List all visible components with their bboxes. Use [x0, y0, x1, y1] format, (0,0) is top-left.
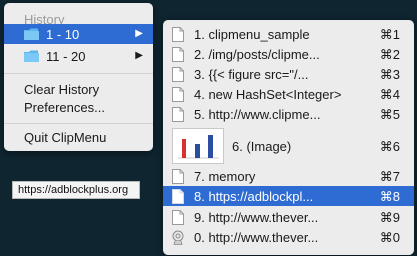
quit-item[interactable]: Quit ClipMenu	[24, 130, 106, 145]
history-submenu: 1. clipmenu_sample ⌘1 2. /img/posts/clip…	[163, 20, 414, 255]
menu-separator	[4, 73, 153, 74]
folder-icon	[24, 50, 39, 62]
group-label: 11 - 20	[46, 49, 86, 64]
document-icon	[172, 47, 184, 62]
item-label: 5. http://www.clipme...	[194, 107, 321, 122]
history-item-7[interactable]: 7. memory ⌘7	[163, 166, 414, 186]
history-group-1-10[interactable]: 1 - 10 ▶	[4, 24, 153, 44]
history-item-10[interactable]: 0. http://www.thever... ⌘0	[163, 227, 414, 247]
document-icon	[172, 87, 184, 102]
item-label: 8. https://adblockpl...	[194, 189, 314, 204]
document-icon	[172, 189, 184, 204]
item-shortcut: ⌘4	[379, 87, 400, 102]
folder-icon	[24, 28, 39, 40]
document-icon	[172, 67, 184, 82]
clipmenu-main-menu: History 1 - 10 ▶ 11 - 20 ▶ Clear History…	[4, 3, 153, 151]
group-label: 1 - 10	[46, 27, 80, 42]
item-shortcut: ⌘7	[379, 169, 400, 184]
submenu-arrow-icon: ▶	[135, 50, 143, 61]
history-item-3[interactable]: 3. {{< figure src="/... ⌘3	[163, 64, 414, 84]
item-label: 0. http://www.thever...	[194, 230, 319, 245]
history-item-1[interactable]: 1. clipmenu_sample ⌘1	[163, 24, 414, 44]
submenu-arrow-icon: ▶	[135, 28, 143, 39]
history-item-6[interactable]: 6. (Image) ⌘6	[163, 126, 414, 168]
item-shortcut: ⌘5	[379, 107, 400, 122]
item-shortcut: ⌘2	[379, 47, 400, 62]
item-label: 7. memory	[194, 169, 256, 184]
preferences-item[interactable]: Preferences...	[24, 100, 105, 115]
item-label: 2. /img/posts/clipme...	[194, 47, 320, 62]
history-item-9[interactable]: 9. http://www.thever... ⌘9	[163, 207, 414, 227]
history-item-8[interactable]: 8. https://adblockpl... ⌘8	[163, 186, 414, 206]
url-tooltip: https://adblockplus.org	[12, 181, 140, 199]
item-shortcut: ⌘0	[379, 230, 400, 245]
image-thumbnail	[172, 128, 224, 164]
chart-thumbnail-icon	[178, 135, 219, 159]
item-shortcut: ⌘3	[379, 67, 400, 82]
item-label: 4. new HashSet<Integer>	[194, 87, 342, 102]
document-icon	[172, 210, 184, 225]
document-icon	[172, 169, 184, 184]
item-label: 3. {{< figure src="/...	[194, 67, 309, 82]
document-icon	[172, 107, 184, 122]
history-item-5[interactable]: 5. http://www.clipme... ⌘5	[163, 104, 414, 124]
item-label: 6. (Image)	[232, 139, 292, 154]
item-shortcut: ⌘8	[379, 189, 400, 204]
web-location-icon	[172, 230, 184, 245]
menu-separator	[4, 123, 153, 124]
item-shortcut: ⌘9	[379, 210, 400, 225]
item-label: 1. clipmenu_sample	[194, 27, 310, 42]
history-group-11-20[interactable]: 11 - 20 ▶	[4, 46, 153, 66]
history-item-4[interactable]: 4. new HashSet<Integer> ⌘4	[163, 84, 414, 104]
clear-history-item[interactable]: Clear History	[24, 82, 99, 97]
item-shortcut: ⌘6	[379, 139, 400, 154]
history-item-2[interactable]: 2. /img/posts/clipme... ⌘2	[163, 44, 414, 64]
item-shortcut: ⌘1	[379, 27, 400, 42]
document-icon	[172, 27, 184, 42]
item-label: 9. http://www.thever...	[194, 210, 319, 225]
